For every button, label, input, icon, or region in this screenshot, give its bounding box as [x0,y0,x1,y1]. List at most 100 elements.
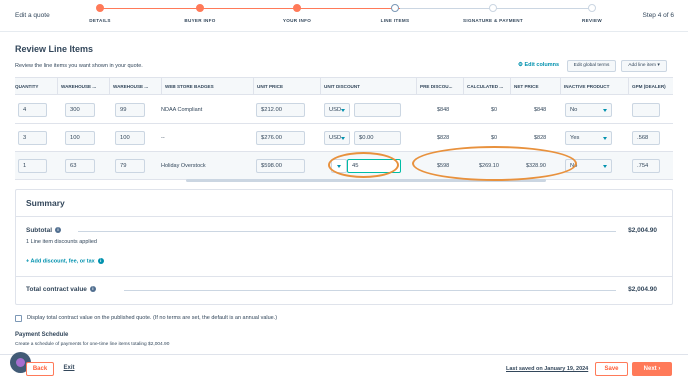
pre-discount-value: $848 [437,107,450,113]
unit-discount-input[interactable] [354,103,401,117]
quantity-input[interactable]: 3 [18,131,47,145]
step-buyer-info[interactable]: BUYER INFO [155,4,245,23]
unit-price-input[interactable]: $598.00 [256,159,305,173]
warehouse-2-input[interactable]: 79 [115,159,145,173]
warehouse-1-input[interactable]: 63 [65,159,95,173]
exit-button[interactable]: Exit [58,362,80,376]
gear-icon: ⚙ [518,62,523,68]
chat-launcher-dot [16,358,25,367]
add-discount-label: + Add discount, fee, or tax [26,258,95,265]
discounts-applied-note: 1 Line item discounts applied [26,239,97,245]
step-label: LINE ITEMS [380,18,410,23]
warehouse-1-input[interactable]: 100 [65,131,95,145]
total-contract-value: $2,004.90 [628,286,657,293]
calculated-value: $0 [491,107,498,113]
quantity-input[interactable]: 4 [18,103,47,117]
summary-card: Summary Subtotal i $2,004.90 1 Line item … [15,189,673,305]
warehouse-2-input[interactable]: 99 [115,103,145,117]
divider [16,216,672,217]
col-gpm-dealer[interactable]: GPM (DEALER) [629,78,673,95]
chevron-right-icon: › [658,366,661,372]
currency-select[interactable]: USD [324,131,350,145]
currency-value: USD [329,107,342,113]
currency-value: USD [329,135,342,141]
edit-columns-label: Edit columns [524,62,559,68]
step-label: BUYER INFO [184,18,216,23]
subtotal-value: $2,004.90 [628,227,657,234]
col-inactive-product[interactable]: INACTIVE PRODUCT [561,78,629,95]
pre-discount-value: $828 [437,135,450,141]
web-store-badge: NDAA Compliant [161,107,203,113]
add-discount-link[interactable]: + Add discount, fee, or tax i [26,258,104,264]
gpm-input[interactable] [632,103,660,117]
col-warehouse-1[interactable]: WAREHOUSE ... [58,78,110,95]
add-line-item-button[interactable]: Add line item ▾ [621,60,667,72]
col-warehouse-2[interactable]: WAREHOUSE ... [110,78,162,95]
unit-price-input[interactable]: $212.00 [256,103,305,117]
annotation-oval-prices [412,146,577,181]
info-icon[interactable]: i [97,258,104,264]
caret-down-icon [341,109,345,112]
back-button[interactable]: Back [26,362,54,376]
chevron-down-icon: ▾ [657,63,660,68]
caret-down-icon [603,109,607,112]
table-header: QUANTITY WAREHOUSE ... WAREHOUSE ... WEB… [15,78,673,95]
col-pre-discount[interactable]: PRE DISCOU... [417,78,464,95]
inactive-value: No [570,107,578,113]
subtotal-text: Subtotal [26,227,52,234]
col-unit-price[interactable]: UNIT PRICE [254,78,321,95]
display-total-checkbox[interactable] [15,315,22,322]
inactive-product-select[interactable]: No [565,103,612,117]
display-total-label: Display total contract value on the publ… [27,315,278,321]
step-dot-current [391,4,399,12]
payment-schedule-subtitle: Create a schedule of payments for one-ti… [15,342,170,347]
currency-select[interactable]: USD [324,103,350,117]
step-label: YOUR INFO [282,18,312,23]
col-net-price[interactable]: NET PRICE [511,78,561,95]
last-saved-link[interactable]: Last saved on January 19, 2024 [506,366,588,372]
step-dot-done [96,4,104,12]
inactive-product-select[interactable]: Yes [565,131,612,145]
col-web-store-badges[interactable]: WEB STORE BADGES [162,78,254,95]
col-calculated[interactable]: CALCULATED ... [464,78,511,95]
info-icon[interactable]: i [89,286,96,293]
unit-discount-input[interactable]: $0.00 [354,131,401,145]
step-your-info[interactable]: YOUR INFO [252,4,342,23]
step-label: DETAILS [89,18,111,23]
dotted-leader [78,231,616,232]
edit-columns-link[interactable]: ⚙ Edit columns [518,62,559,68]
table-row: 3 100 100 -- $276.00 USD $0.00 $828 $0 $… [15,124,673,152]
annotation-oval-discount [328,152,399,178]
total-contract-label: Total contract value i [26,286,96,293]
step-dot-done [196,4,204,12]
caret-down-icon [603,165,607,168]
step-dot-todo [588,4,596,12]
step-label: SIGNATURE & PAYMENT [463,18,523,23]
net-price-value: $848 [534,107,547,113]
dotted-leader [124,290,616,291]
step-review[interactable]: REVIEW [547,4,637,23]
step-signature-payment[interactable]: SIGNATURE & PAYMENT [448,4,538,23]
step-details[interactable]: DETAILS [55,4,145,23]
step-dot-todo [489,4,497,12]
web-store-badge: -- [161,135,165,141]
quantity-input[interactable]: 1 [18,159,47,173]
col-quantity[interactable]: QUANTITY [15,78,58,95]
step-label: REVIEW [582,18,602,23]
col-unit-discount[interactable]: UNIT DISCOUNT [321,78,417,95]
next-button[interactable]: Next › [632,362,672,376]
edit-global-terms-button[interactable]: Edit global terms [567,60,616,72]
page-subtitle: Review the line items you want shown in … [15,63,143,69]
gpm-input[interactable]: .754 [632,159,660,173]
summary-title: Summary [26,198,65,208]
unit-price-input[interactable]: $276.00 [256,131,305,145]
info-icon[interactable]: i [55,227,61,234]
warehouse-1-input[interactable]: 300 [65,103,95,117]
gpm-input[interactable]: .568 [632,131,660,145]
top-bar: Edit a quote DETAILS BUYER INFO YOUR INF… [0,0,688,32]
save-button[interactable]: Save [595,362,628,376]
step-line-items[interactable]: LINE ITEMS [350,4,440,23]
subtotal-label: Subtotal i [26,227,61,234]
payment-schedule-title: Payment Schedule [15,332,69,338]
warehouse-2-input[interactable]: 100 [115,131,145,145]
